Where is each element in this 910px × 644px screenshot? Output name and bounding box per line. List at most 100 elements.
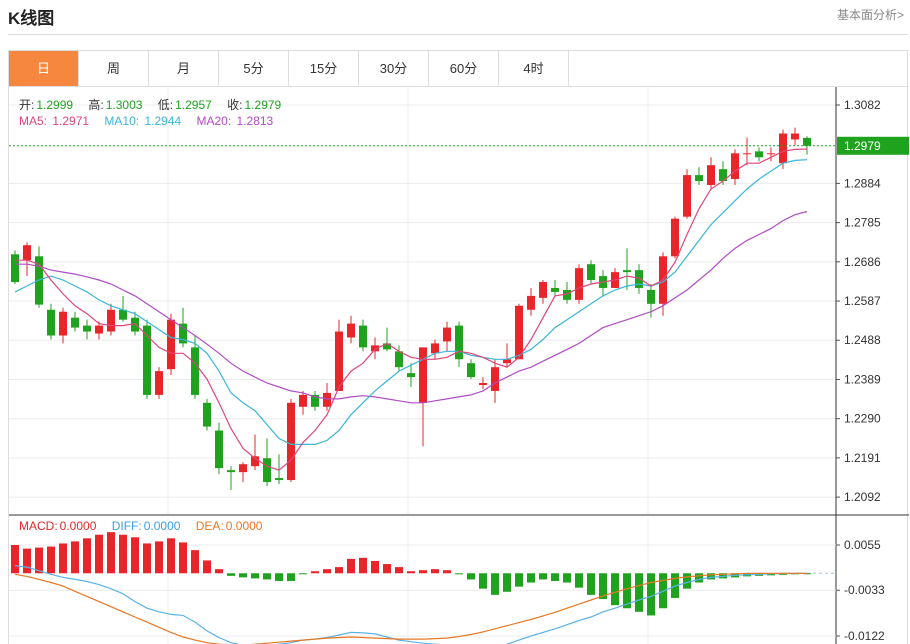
macd-histogram-bar bbox=[59, 543, 67, 574]
macd-histogram-bar bbox=[83, 538, 91, 574]
macd-tick-label: 0.0055 bbox=[844, 538, 881, 552]
candle-body bbox=[155, 371, 163, 395]
close-value: 1.2979 bbox=[244, 98, 282, 112]
macd-histogram-bar bbox=[527, 573, 535, 583]
candle-body bbox=[419, 347, 427, 403]
tab-30min[interactable]: 30分 bbox=[359, 51, 429, 86]
candle-body bbox=[71, 317, 79, 328]
macd-histogram-bar bbox=[11, 544, 19, 574]
macd-histogram-bar bbox=[383, 564, 391, 574]
macd-histogram-bar bbox=[431, 569, 439, 574]
tab-month[interactable]: 月 bbox=[149, 51, 219, 86]
candle-body bbox=[203, 402, 211, 427]
high-label: 高: bbox=[88, 98, 104, 112]
price-tick-label: 1.2785 bbox=[844, 216, 881, 230]
candle-body bbox=[647, 289, 655, 304]
macd-histogram-bar bbox=[131, 537, 139, 574]
candle-body bbox=[275, 478, 283, 481]
ma10-label: MA10: bbox=[104, 114, 140, 128]
fundamental-analysis-link[interactable]: 基本面分析> bbox=[837, 6, 904, 23]
kline-widget: K线图 基本面分析> 日 周 月 5分 15分 30分 60分 4时 1.308… bbox=[0, 0, 910, 644]
macd-histogram-bar bbox=[275, 573, 283, 581]
candle-body bbox=[263, 458, 271, 483]
close-label: 收: bbox=[227, 98, 243, 112]
tab-5min[interactable]: 5分 bbox=[219, 51, 289, 86]
ma20-label: MA20: bbox=[196, 114, 232, 128]
candle-body bbox=[59, 311, 67, 336]
macd-histogram-bar bbox=[683, 573, 691, 589]
macd-histogram-bar bbox=[515, 573, 523, 587]
macd-histogram-bar bbox=[407, 571, 415, 574]
candle-body bbox=[743, 153, 751, 155]
kline-chart-svg[interactable]: 1.3082 1.2884 1.2785 1.2686 1.2587 1.2488 1.23… bbox=[9, 87, 909, 644]
tab-week[interactable]: 周 bbox=[79, 51, 149, 86]
macd-value: 0.0000 bbox=[59, 519, 97, 533]
candle-body bbox=[479, 383, 487, 385]
macd-histogram-bar bbox=[587, 573, 595, 595]
macd-label: MACD: bbox=[19, 519, 58, 533]
macd-histogram-bar bbox=[695, 573, 703, 583]
candle-body bbox=[335, 331, 343, 391]
price-tick-label: 1.2290 bbox=[844, 412, 881, 426]
tab-day[interactable]: 日 bbox=[9, 51, 79, 86]
price-tick-label: 1.2587 bbox=[844, 294, 881, 308]
candle-body bbox=[587, 264, 595, 281]
period-tabs: 日 周 月 5分 15分 30分 60分 4时 bbox=[8, 50, 908, 87]
macd-histogram-bar bbox=[395, 567, 403, 574]
candle-body bbox=[443, 327, 451, 342]
macd-histogram-bar bbox=[95, 534, 103, 574]
macd-histogram-bar bbox=[143, 543, 151, 574]
candle-body bbox=[83, 325, 91, 332]
ma20-value: 1.2813 bbox=[236, 114, 274, 128]
open-label: 开: bbox=[19, 98, 35, 112]
tab-4hour[interactable]: 4时 bbox=[499, 51, 569, 86]
macd-histogram-bar bbox=[551, 573, 559, 581]
macd-histogram-bar bbox=[215, 569, 223, 574]
macd-histogram-bar bbox=[455, 573, 463, 575]
macd-histogram-bar bbox=[443, 570, 451, 574]
tab-60min[interactable]: 60分 bbox=[429, 51, 499, 86]
candle-body bbox=[107, 309, 115, 332]
candle-body bbox=[635, 270, 643, 288]
page-title: K线图 bbox=[8, 9, 55, 28]
tab-15min[interactable]: 15分 bbox=[289, 51, 359, 86]
candle-body bbox=[707, 165, 715, 185]
candle-body bbox=[575, 268, 583, 300]
candle-body bbox=[551, 287, 559, 292]
macd-histogram-bar bbox=[167, 538, 175, 574]
price-tick-label: 1.2092 bbox=[844, 490, 881, 504]
macd-histogram-bar bbox=[47, 546, 55, 574]
price-tick-label: 1.3082 bbox=[844, 98, 881, 112]
low-value: 1.2957 bbox=[175, 98, 212, 112]
candle-body bbox=[215, 430, 223, 469]
ma5-value: 1.2971 bbox=[52, 114, 90, 128]
candle-body bbox=[347, 323, 355, 338]
macd-histogram-bar bbox=[335, 567, 343, 574]
macd-tick-label: -0.0033 bbox=[844, 583, 885, 597]
ma10-value: 1.2944 bbox=[144, 114, 182, 128]
ma-legend: MA5: 1.2971 MA10: 1.2944 MA20: 1.2813 bbox=[19, 114, 275, 128]
price-tick-label: 1.2884 bbox=[844, 176, 881, 190]
macd-histogram-bar bbox=[359, 557, 367, 574]
candle-body bbox=[539, 282, 547, 298]
macd-histogram-bar bbox=[119, 534, 127, 574]
macd-histogram-bar bbox=[491, 573, 499, 595]
macd-histogram-bar bbox=[647, 573, 655, 616]
macd-histogram-bar bbox=[203, 560, 211, 574]
ma5-label: MA5: bbox=[19, 114, 48, 128]
macd-histogram-bar bbox=[563, 573, 571, 583]
candle-body bbox=[95, 325, 103, 334]
candle-body bbox=[407, 373, 415, 378]
macd-histogram-bar bbox=[71, 541, 79, 574]
candle-body bbox=[239, 464, 247, 473]
chart-area[interactable]: 1.3082 1.2884 1.2785 1.2686 1.2587 1.2488 1.23… bbox=[8, 87, 909, 644]
candle-body bbox=[299, 394, 307, 407]
candle-body bbox=[167, 319, 175, 370]
candle-body bbox=[23, 245, 31, 261]
price-tick-label: 1.2686 bbox=[844, 255, 881, 269]
candle-body bbox=[359, 325, 367, 348]
current-price-label: 1.2979 bbox=[844, 139, 881, 153]
macd-histogram-bar bbox=[107, 532, 115, 574]
macd-histogram-bar bbox=[23, 548, 31, 574]
macd-histogram-bar bbox=[311, 571, 319, 574]
